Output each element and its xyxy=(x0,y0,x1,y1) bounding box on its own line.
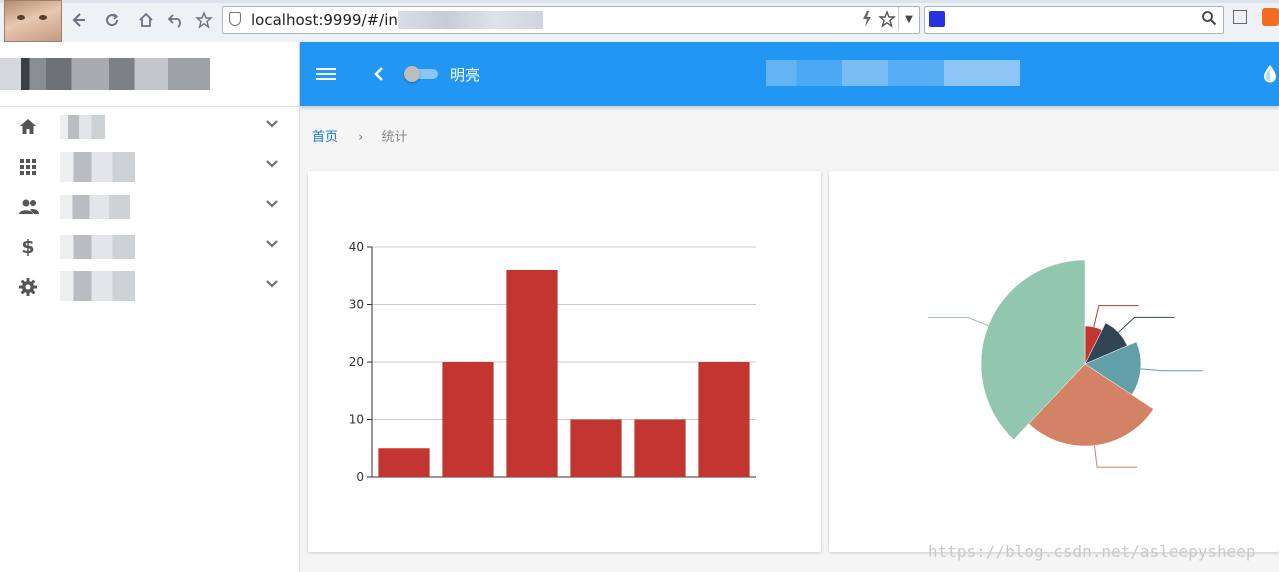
dollar-icon: $ xyxy=(21,236,35,258)
breadcrumb-current: 统计 xyxy=(381,130,408,145)
gear-icon xyxy=(18,277,38,297)
theme-toggle-label: 明亮 xyxy=(450,66,481,84)
home-icon[interactable] xyxy=(134,8,158,32)
sidebar-item-label xyxy=(60,235,135,259)
sidebar-item-2[interactable] xyxy=(0,147,299,187)
browser-toolbar: localhost:9999/#/inde ▼ xyxy=(0,0,1279,43)
app-title xyxy=(766,60,1020,86)
color-drop-icon[interactable] xyxy=(1262,64,1278,84)
people-icon xyxy=(18,197,39,217)
y-tick-label: 10 xyxy=(349,413,364,427)
sidebar-item-label xyxy=(60,115,105,139)
tab-strip xyxy=(0,0,1279,3)
pie-label-line xyxy=(1140,368,1203,372)
breadcrumb: 首页 › 统计 xyxy=(312,126,408,145)
undo-icon[interactable] xyxy=(164,8,188,32)
back-icon[interactable] xyxy=(66,8,90,32)
home-icon xyxy=(18,117,38,137)
pie-label-line xyxy=(1094,445,1138,468)
url-redacted xyxy=(398,11,543,29)
bar xyxy=(442,362,494,477)
sidebar-item-label xyxy=(60,152,135,182)
chevron-down-icon[interactable] xyxy=(262,156,282,176)
sidebar-item-4[interactable]: $ xyxy=(0,227,299,267)
bar xyxy=(698,362,750,477)
shield-icon xyxy=(229,12,241,26)
sidebar-item-label xyxy=(60,195,130,219)
search-icon[interactable] xyxy=(1201,10,1217,30)
bar xyxy=(570,419,622,477)
bar-chart-card: 0 10 20 30 40 xyxy=(308,171,821,552)
pie-label-line xyxy=(1118,316,1175,333)
sidebar-item-5[interactable] xyxy=(0,267,299,307)
watermark: https://blog.csdn.net/asleepysheep xyxy=(928,542,1256,561)
y-tick-label: 40 xyxy=(349,240,364,254)
reload-icon[interactable] xyxy=(100,8,124,32)
address-bar[interactable]: localhost:9999/#/inde ▼ xyxy=(222,6,920,34)
pie-label-line xyxy=(927,316,989,327)
addon-icon[interactable] xyxy=(1262,8,1279,26)
y-tick-label: 0 xyxy=(356,470,364,484)
star-icon[interactable] xyxy=(192,8,216,32)
search-input[interactable] xyxy=(924,6,1224,34)
extensions-icon[interactable] xyxy=(1233,10,1247,24)
menu-icon[interactable] xyxy=(316,68,336,80)
breadcrumb-home[interactable]: 首页 xyxy=(312,130,338,145)
sidebar-item-1[interactable] xyxy=(0,107,299,147)
chevron-down-icon[interactable] xyxy=(262,116,282,136)
chevron-down-icon[interactable] xyxy=(262,236,282,256)
search-engine-icon[interactable] xyxy=(929,11,945,27)
pie-label-line xyxy=(1093,305,1139,328)
bar xyxy=(506,270,558,477)
theme-toggle[interactable] xyxy=(404,66,438,82)
chevron-left-icon[interactable] xyxy=(372,64,386,84)
bolt-star-icons[interactable] xyxy=(861,10,897,32)
pie-chart xyxy=(927,259,1203,468)
profile-avatar[interactable] xyxy=(4,0,62,42)
chevron-down-icon[interactable] xyxy=(262,196,282,216)
sidebar-header xyxy=(0,42,299,107)
sidebar-item-3[interactable] xyxy=(0,187,299,227)
sidebar-item-label xyxy=(60,271,135,301)
apps-icon xyxy=(18,157,38,177)
chevron-down-icon[interactable] xyxy=(262,276,282,296)
bar xyxy=(378,448,430,477)
url-dropdown-icon[interactable]: ▼ xyxy=(898,7,919,31)
sidebar: $ xyxy=(0,42,300,572)
y-tick-label: 20 xyxy=(349,355,364,369)
breadcrumb-separator: › xyxy=(358,130,364,145)
url-text: localhost:9999/#/inde xyxy=(251,11,417,29)
bar-chart: 0 10 20 30 40 xyxy=(349,240,756,484)
bar xyxy=(634,419,686,477)
pie-chart-card xyxy=(829,171,1279,552)
sidebar-title xyxy=(0,58,210,90)
app-bar: 明亮 xyxy=(300,42,1279,106)
y-tick-label: 30 xyxy=(349,298,364,312)
